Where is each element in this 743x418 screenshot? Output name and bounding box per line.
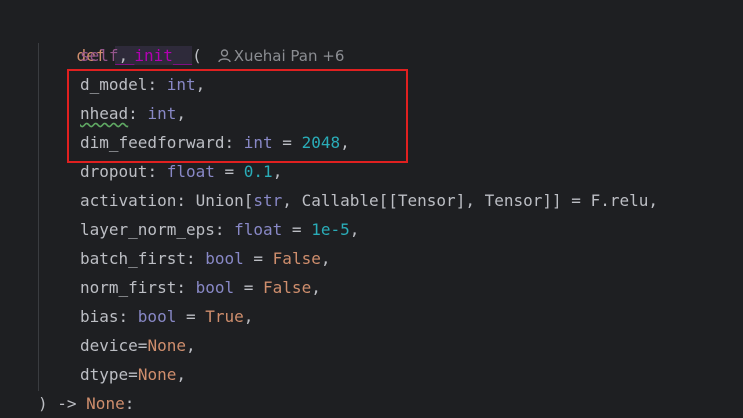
param-type: bool bbox=[195, 278, 235, 297]
param-name: activation bbox=[80, 191, 177, 210]
code-line-activation[interactable]: activation: Union[str, Callable[[Tensor]… bbox=[80, 186, 658, 215]
code-line-layer-norm-eps[interactable]: layer_norm_eps: float = 1e-5, bbox=[80, 215, 359, 244]
param-type: bool bbox=[205, 249, 244, 268]
colon: : bbox=[147, 162, 167, 181]
param-default: 1e-5 bbox=[311, 220, 350, 239]
colon: : bbox=[185, 249, 206, 268]
param-type: float bbox=[234, 220, 283, 239]
colon: : bbox=[147, 75, 167, 94]
separator: , bbox=[243, 307, 254, 326]
separator: , bbox=[195, 75, 206, 94]
code-line-def[interactable]: def __init__(Xuehai Pan +6 bbox=[38, 12, 344, 65]
param-name: norm_first bbox=[80, 278, 177, 297]
code-line-return[interactable]: ) -> None: bbox=[38, 389, 134, 418]
author-inlay-text: Xuehai Pan +6 bbox=[233, 47, 345, 65]
code-line-dtype[interactable]: dtype=None, bbox=[80, 360, 186, 389]
code-line-bias[interactable]: bias: bool = True, bbox=[80, 302, 253, 331]
param-type: float bbox=[166, 162, 215, 181]
code-line-nhead[interactable]: nhead: int, bbox=[80, 99, 186, 128]
param-name: device bbox=[80, 336, 138, 355]
code-line-dim-feedforward[interactable]: dim_feedforward: int = 2048, bbox=[80, 128, 350, 157]
param-type: bool bbox=[137, 307, 177, 326]
code-line-dropout[interactable]: dropout: float = 0.1, bbox=[80, 157, 282, 186]
colon: : bbox=[224, 133, 244, 152]
separator: , bbox=[648, 191, 658, 210]
separator: , bbox=[340, 133, 350, 152]
equals: = bbox=[128, 365, 138, 384]
param-type-rest: , Callable[[Tensor], Tensor]] bbox=[282, 191, 562, 210]
person-icon bbox=[218, 49, 231, 63]
colon: : bbox=[128, 104, 148, 123]
param-default: None bbox=[147, 336, 186, 355]
param-default: True bbox=[205, 307, 244, 326]
colon: : bbox=[176, 191, 196, 210]
equals: = bbox=[176, 307, 206, 326]
code-line-batch-first[interactable]: batch_first: bool = False, bbox=[80, 244, 330, 273]
param-name: dim_feedforward bbox=[80, 133, 225, 152]
colon: : bbox=[176, 278, 196, 297]
code-line-device[interactable]: device=None, bbox=[80, 331, 196, 360]
equals: = bbox=[214, 162, 244, 181]
param-name: bias bbox=[80, 307, 119, 326]
code-line-self[interactable]: self, bbox=[80, 41, 128, 70]
separator: , bbox=[272, 162, 283, 181]
equals: = bbox=[272, 133, 302, 152]
equals: = bbox=[234, 278, 264, 297]
separator: , bbox=[118, 46, 129, 65]
param-type: int bbox=[166, 75, 196, 94]
param-default: False bbox=[263, 278, 312, 297]
equals: = bbox=[137, 336, 148, 355]
param-name: self bbox=[80, 46, 119, 65]
param-default: F.relu bbox=[590, 191, 649, 210]
separator: , bbox=[176, 365, 186, 384]
code-line-d-model[interactable]: d_model: int, bbox=[80, 70, 205, 99]
param-default: 2048 bbox=[301, 133, 341, 152]
param-type-str: str bbox=[253, 191, 283, 210]
separator: , bbox=[349, 220, 360, 239]
param-name: batch_first bbox=[80, 249, 186, 268]
param-name: layer_norm_eps bbox=[80, 220, 215, 239]
param-name: d_model bbox=[80, 75, 148, 94]
code-editor[interactable]: def __init__(Xuehai Pan +6 self, d_model… bbox=[0, 0, 743, 418]
code-line-norm-first[interactable]: norm_first: bool = False, bbox=[80, 273, 321, 302]
param-default: 0.1 bbox=[243, 162, 273, 181]
close-paren-arrow: ) -> bbox=[38, 394, 87, 413]
param-name: dropout bbox=[80, 162, 148, 181]
separator: , bbox=[185, 336, 196, 355]
separator: , bbox=[176, 104, 186, 123]
end-colon: : bbox=[124, 394, 135, 413]
param-type: int bbox=[147, 104, 177, 123]
param-default: False bbox=[272, 249, 321, 268]
param-type-prefix: Union[ bbox=[195, 191, 254, 210]
equals: = bbox=[282, 220, 312, 239]
open-paren: ( bbox=[192, 46, 202, 65]
separator: , bbox=[320, 249, 331, 268]
param-name-typo-warning[interactable]: nhead bbox=[80, 104, 128, 123]
equals: = bbox=[243, 249, 273, 268]
colon: : bbox=[214, 220, 235, 239]
equals: = bbox=[561, 191, 591, 210]
param-type: int bbox=[243, 133, 273, 152]
author-inlay-hint[interactable]: Xuehai Pan +6 bbox=[218, 42, 345, 71]
separator: , bbox=[311, 278, 321, 297]
param-default: None bbox=[137, 365, 177, 384]
param-name: dtype bbox=[80, 365, 129, 384]
colon: : bbox=[118, 307, 138, 326]
return-type: None bbox=[86, 394, 125, 413]
